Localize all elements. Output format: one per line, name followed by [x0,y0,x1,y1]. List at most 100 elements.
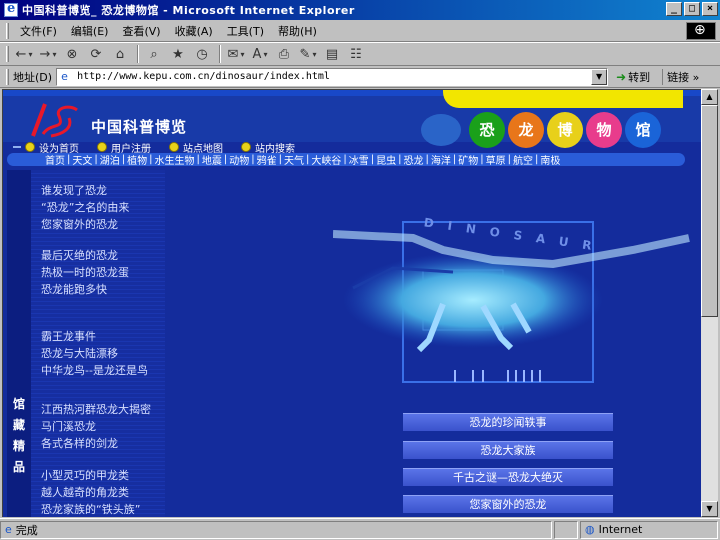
menu-view[interactable]: 查看(V) [115,23,167,39]
links-button[interactable]: 链接 » [662,68,699,85]
category-link[interactable]: 天气 [284,152,304,167]
ie-throbber-icon [686,22,716,40]
dinosaur-hero-image [333,221,690,383]
category-link[interactable]: 湖泊 [100,152,120,167]
bullet-icon [25,142,35,152]
go-arrow-icon: ➜ [616,69,627,84]
story-link[interactable]: 各式各样的剑龙 [41,435,151,452]
category-link[interactable]: 鸦雀 [257,152,277,167]
story-link[interactable]: 中华龙鸟--是龙还是鸟 [41,362,148,379]
category-link[interactable]: 动物 [229,152,249,167]
story-link[interactable]: 江西热河群恐龙大揭密 [41,401,151,418]
story-link[interactable]: 马门溪恐龙 [41,418,151,435]
story-link[interactable]: 小型灵巧的甲龙类 [41,467,140,484]
category-link[interactable]: 水生生物 [155,152,195,167]
category-link[interactable]: 地震 [202,152,222,167]
address-dropdown-button[interactable]: ▼ [591,68,608,85]
story-link[interactable]: 霸王龙事件 [41,328,148,345]
category-link[interactable]: 大峡谷 [311,152,341,167]
feature-button-backyard[interactable]: 您家窗外的恐龙 [403,495,613,513]
status-bar: e 完成 ◍ Internet [0,518,720,540]
forward-icon[interactable]: → [37,44,59,64]
go-button[interactable]: ➜ 转到 [616,69,650,85]
address-url[interactable]: http://www.kepu.com.cn/dinosaur/index.ht… [77,71,330,82]
print-icon[interactable]: ⎙ [273,44,295,64]
category-link[interactable]: 草原 [486,152,506,167]
story-link[interactable]: 热极一时的恐龙蛋 [41,264,129,281]
menu-favorites[interactable]: 收藏(A) [168,23,220,39]
toolbar-grip[interactable] [6,22,9,39]
go-label: 转到 [628,70,651,84]
vertical-scrollbar[interactable]: ▲ ▼ [701,89,718,517]
menu-edit[interactable]: 编辑(E) [64,23,116,39]
story-link[interactable]: 越人越奇的角龙类 [41,484,140,501]
toolbar-grip[interactable] [6,46,9,62]
category-link[interactable]: 天文 [72,152,92,167]
category-link[interactable]: 南极 [540,152,560,167]
status-text-pane: e 完成 [0,520,552,539]
header-accent-bar [443,90,683,108]
zone-text: Internet [598,523,643,536]
site-name: 中国科普博览 [91,118,188,136]
collection-tab-label: 馆藏精品 [12,397,25,474]
address-input[interactable]: e http://www.kepu.com.cn/dinosaur/index.… [56,67,609,86]
maximize-button[interactable]: □ [684,2,700,16]
story-group: 最后灭绝的恐龙 热极一时的恐龙蛋 恐龙能跑多快 [41,247,129,298]
minimize-button[interactable]: _ [666,2,682,16]
discuss-icon[interactable]: ▤ [321,44,343,64]
page-viewport: 中国科普博览 恐 龙 博 物 馆 设为首页 用户注册 站点地图 站内搜索 首页 |… [2,89,701,517]
menu-file[interactable]: 文件(F) [13,23,64,39]
page-done-icon: e [5,523,12,536]
feature-button-family[interactable]: 恐龙大家族 [403,441,613,459]
bullet-icon [97,142,107,152]
size-icon[interactable]: A [249,44,271,64]
mail-icon[interactable]: ✉ [225,44,247,64]
category-link[interactable]: 昆虫 [376,152,396,167]
story-link[interactable]: “恐龙”之名的由来 [41,199,129,216]
window-title: 中国科普博览_ 恐龙博物馆 - Microsoft Internet Explo… [22,4,355,17]
edit-icon[interactable]: ✎ [297,44,319,64]
story-link[interactable]: 您家窗外的恐龙 [41,216,129,233]
toolbar-grip[interactable] [6,68,9,85]
site-logo[interactable] [29,100,81,140]
scroll-down-button[interactable]: ▼ [701,501,718,517]
category-link[interactable]: 冰雪 [349,152,369,167]
menu-help[interactable]: 帮助(H) [271,23,324,39]
refresh-icon[interactable]: ⟳ [85,44,107,64]
category-link[interactable]: 航空 [513,152,533,167]
category-link[interactable]: 首页 [45,152,65,167]
home-icon[interactable]: ⌂ [109,44,131,64]
category-link[interactable]: 恐龙 [404,152,424,167]
story-link[interactable]: 恐龙与大陆漂移 [41,345,148,362]
bullet-icon [241,142,251,152]
scroll-up-button[interactable]: ▲ [701,89,718,105]
status-text: 完成 [15,523,38,537]
status-zone-pane: ◍ Internet [580,520,718,539]
close-button[interactable]: × [702,2,718,16]
history-icon[interactable]: ◷ [191,44,213,64]
category-link[interactable]: 植物 [127,152,147,167]
toolbar-separator [219,45,221,63]
feature-button-anecdotes[interactable]: 恐龙的珍闻轶事 [403,413,613,431]
category-link[interactable]: 矿物 [458,152,478,167]
story-group: 霸王龙事件 恐龙与大陆漂移 中华龙鸟--是龙还是鸟 [41,328,148,379]
scroll-thumb[interactable] [701,105,718,317]
search-icon[interactable]: ⌕ [143,44,165,64]
feature-button-extinction[interactable]: 千古之谜—恐龙大绝灭 [403,468,613,486]
status-pane-empty [554,520,578,539]
messenger-icon[interactable]: ☷ [345,44,367,64]
title-bar: 中国科普博览_ 恐龙博物馆 - Microsoft Internet Explo… [0,0,720,20]
favorites-icon[interactable]: ★ [167,44,189,64]
stop-icon[interactable]: ⊗ [61,44,83,64]
category-link[interactable]: 海洋 [431,152,451,167]
toolbar-separator [137,45,139,63]
ie-app-icon[interactable] [4,1,18,17]
menu-tools[interactable]: 工具(T) [220,23,271,39]
story-link[interactable]: 最后灭绝的恐龙 [41,247,129,264]
story-link[interactable]: 谁发现了恐龙 [41,182,129,199]
story-link[interactable]: 恐龙家族的“铁头族” [41,501,140,517]
back-icon[interactable]: ← [13,44,35,64]
story-link[interactable]: 恐龙能跑多快 [41,281,129,298]
story-group: 江西热河群恐龙大揭密 马门溪恐龙 各式各样的剑龙 [41,401,151,452]
bullet-icon [169,142,179,152]
